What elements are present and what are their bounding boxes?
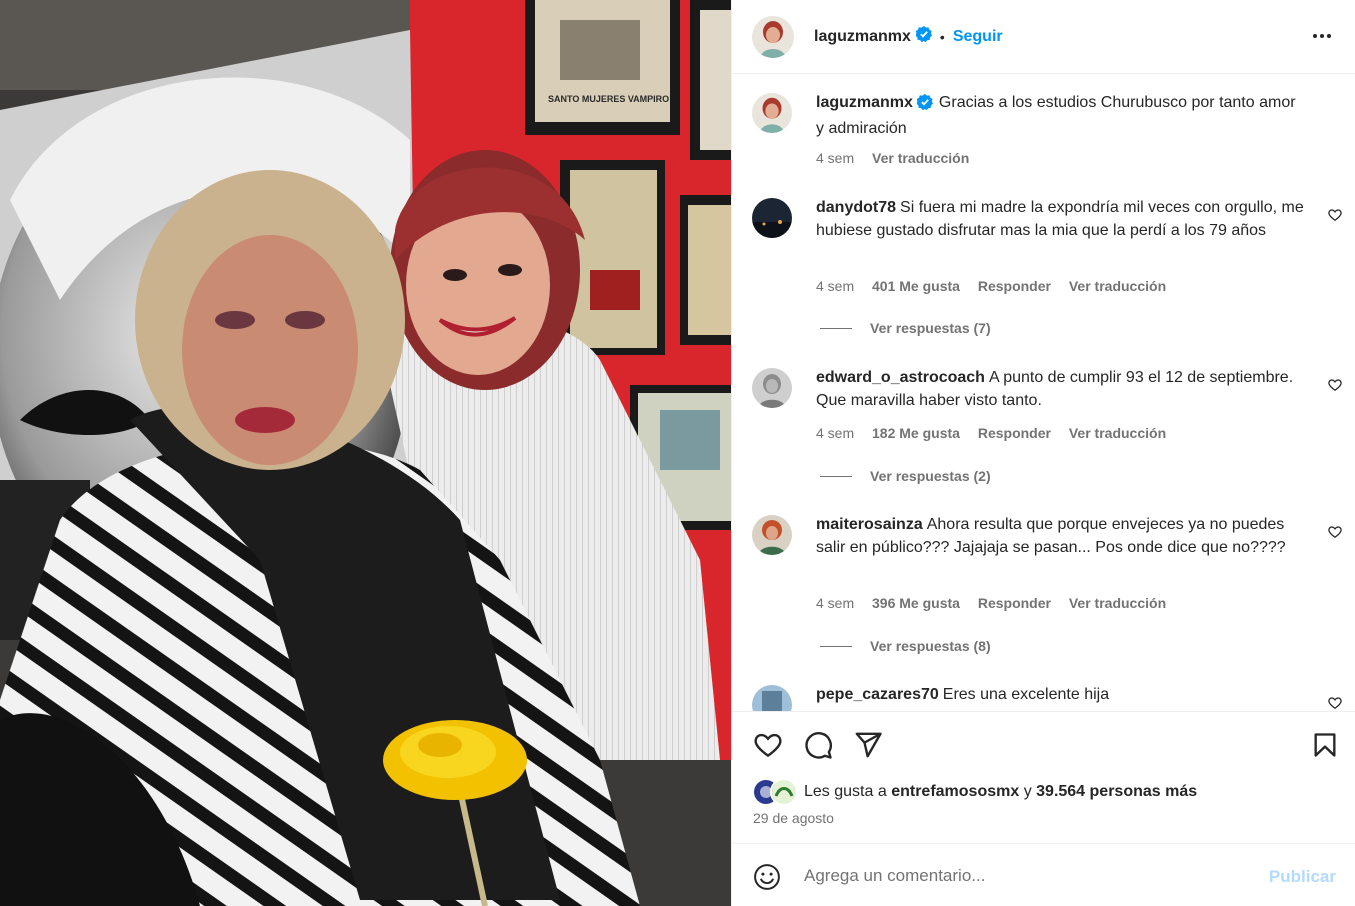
likes-summary[interactable]: Les gusta a entrefamososmx y 39.564 pers… xyxy=(752,778,1197,806)
view-replies-label: Ver respuestas (2) xyxy=(870,468,991,484)
view-replies-label: Ver respuestas (8) xyxy=(870,638,991,654)
likes-user[interactable]: entrefamososmx xyxy=(891,783,1019,800)
comment-like-heart-icon[interactable] xyxy=(1328,378,1342,397)
comment-likes[interactable]: 182 Me gusta xyxy=(872,425,960,441)
comment-time[interactable]: 4 sem xyxy=(816,425,854,441)
more-options-icon[interactable] xyxy=(1312,24,1332,53)
post-image: SANTO MUJERES VAMPIRO xyxy=(0,0,731,906)
separator-dot: • xyxy=(939,28,945,45)
liker-avatar[interactable] xyxy=(770,778,798,806)
likes-prefix: Les gusta a xyxy=(804,783,887,800)
caption-meta: 4 sem Ver traducción xyxy=(816,150,983,166)
comment-meta: 4 sem 396 Me gusta Responder Ver traducc… xyxy=(816,595,1180,611)
comments-list[interactable]: laguzmanmx Gracias a los estudios Churubu… xyxy=(732,75,1355,711)
comment-likes[interactable]: 401 Me gusta xyxy=(872,278,960,294)
comment-time[interactable]: 4 sem xyxy=(816,278,854,294)
caption-translate-button[interactable]: Ver traducción xyxy=(872,150,969,166)
publish-button[interactable]: Publicar xyxy=(1269,867,1336,887)
comment-likes[interactable]: 396 Me gusta xyxy=(872,595,960,611)
reply-button[interactable]: Responder xyxy=(978,595,1051,611)
commenter-avatar[interactable] xyxy=(752,685,792,711)
reply-button[interactable]: Responder xyxy=(978,278,1051,294)
comment-username[interactable]: danydot78 xyxy=(816,199,896,216)
replies-line xyxy=(820,645,852,647)
emoji-icon[interactable] xyxy=(753,863,781,896)
post-header: laguzmanmx • Seguir xyxy=(732,0,1355,74)
verified-badge-icon xyxy=(915,26,932,47)
translate-button[interactable]: Ver traducción xyxy=(1069,425,1166,441)
post-photo[interactable]: SANTO MUJERES VAMPIRO xyxy=(0,0,731,906)
view-replies-button[interactable]: Ver respuestas (8) xyxy=(820,638,991,654)
heart-icon[interactable] xyxy=(753,730,783,765)
likes-others[interactable]: 39.564 personas más xyxy=(1036,783,1197,800)
commenter-avatar[interactable] xyxy=(752,198,792,238)
translate-button[interactable]: Ver traducción xyxy=(1069,595,1166,611)
save-icon[interactable] xyxy=(1311,730,1339,765)
translate-button[interactable]: Ver traducción xyxy=(1069,278,1166,294)
comment-username[interactable]: edward_o_astrocoach xyxy=(816,369,985,386)
commenter-avatar[interactable] xyxy=(752,515,792,555)
view-replies-label: Ver respuestas (7) xyxy=(870,320,991,336)
follow-button[interactable]: Seguir xyxy=(953,28,1003,46)
likes-text: Les gusta a entrefamososmx y 39.564 pers… xyxy=(804,783,1197,801)
share-icon[interactable] xyxy=(853,730,883,765)
comment-like-heart-icon[interactable] xyxy=(1328,525,1342,544)
comment-like-heart-icon[interactable] xyxy=(1328,208,1342,227)
verified-badge-icon xyxy=(916,94,933,117)
caption-time[interactable]: 4 sem xyxy=(816,150,854,166)
caption-username[interactable]: laguzmanmx xyxy=(816,94,913,111)
comment-meta: 4 sem 401 Me gusta Responder Ver traducc… xyxy=(816,278,1180,294)
view-replies-button[interactable]: Ver respuestas (7) xyxy=(820,320,991,336)
post-date[interactable]: 29 de agosto xyxy=(753,810,834,826)
comment-like-heart-icon[interactable] xyxy=(1328,696,1342,711)
wall-poster: SANTO MUJERES VAMPIRO xyxy=(525,0,680,135)
comment-username[interactable]: maiterosainza xyxy=(816,516,923,533)
replies-line xyxy=(820,475,852,477)
post-detail-panel: laguzmanmx • Seguir laguzmanmx Gracias a … xyxy=(731,0,1355,906)
replies-line xyxy=(820,327,852,329)
commenter-avatar[interactable] xyxy=(752,368,792,408)
comment-time[interactable]: 4 sem xyxy=(816,595,854,611)
post-actions: Les gusta a entrefamososmx y 39.564 pers… xyxy=(732,711,1355,843)
poster-title: SANTO MUJERES VAMPIRO xyxy=(548,94,669,104)
reply-button[interactable]: Responder xyxy=(978,425,1051,441)
comment-text: Eres una excelente hija xyxy=(942,686,1110,703)
comment-input[interactable] xyxy=(802,862,1256,890)
author-avatar[interactable] xyxy=(752,15,794,58)
comment-icon[interactable] xyxy=(803,730,833,765)
likes-joiner: y xyxy=(1023,783,1032,800)
comment-meta: 4 sem 182 Me gusta Responder Ver traducc… xyxy=(816,425,1180,441)
view-replies-button[interactable]: Ver respuestas (2) xyxy=(820,468,991,484)
comment-composer: Publicar xyxy=(732,843,1355,906)
comment-username[interactable]: pepe_cazares70 xyxy=(816,686,939,703)
author-avatar[interactable] xyxy=(752,93,792,133)
author-username[interactable]: laguzmanmx xyxy=(814,28,911,46)
